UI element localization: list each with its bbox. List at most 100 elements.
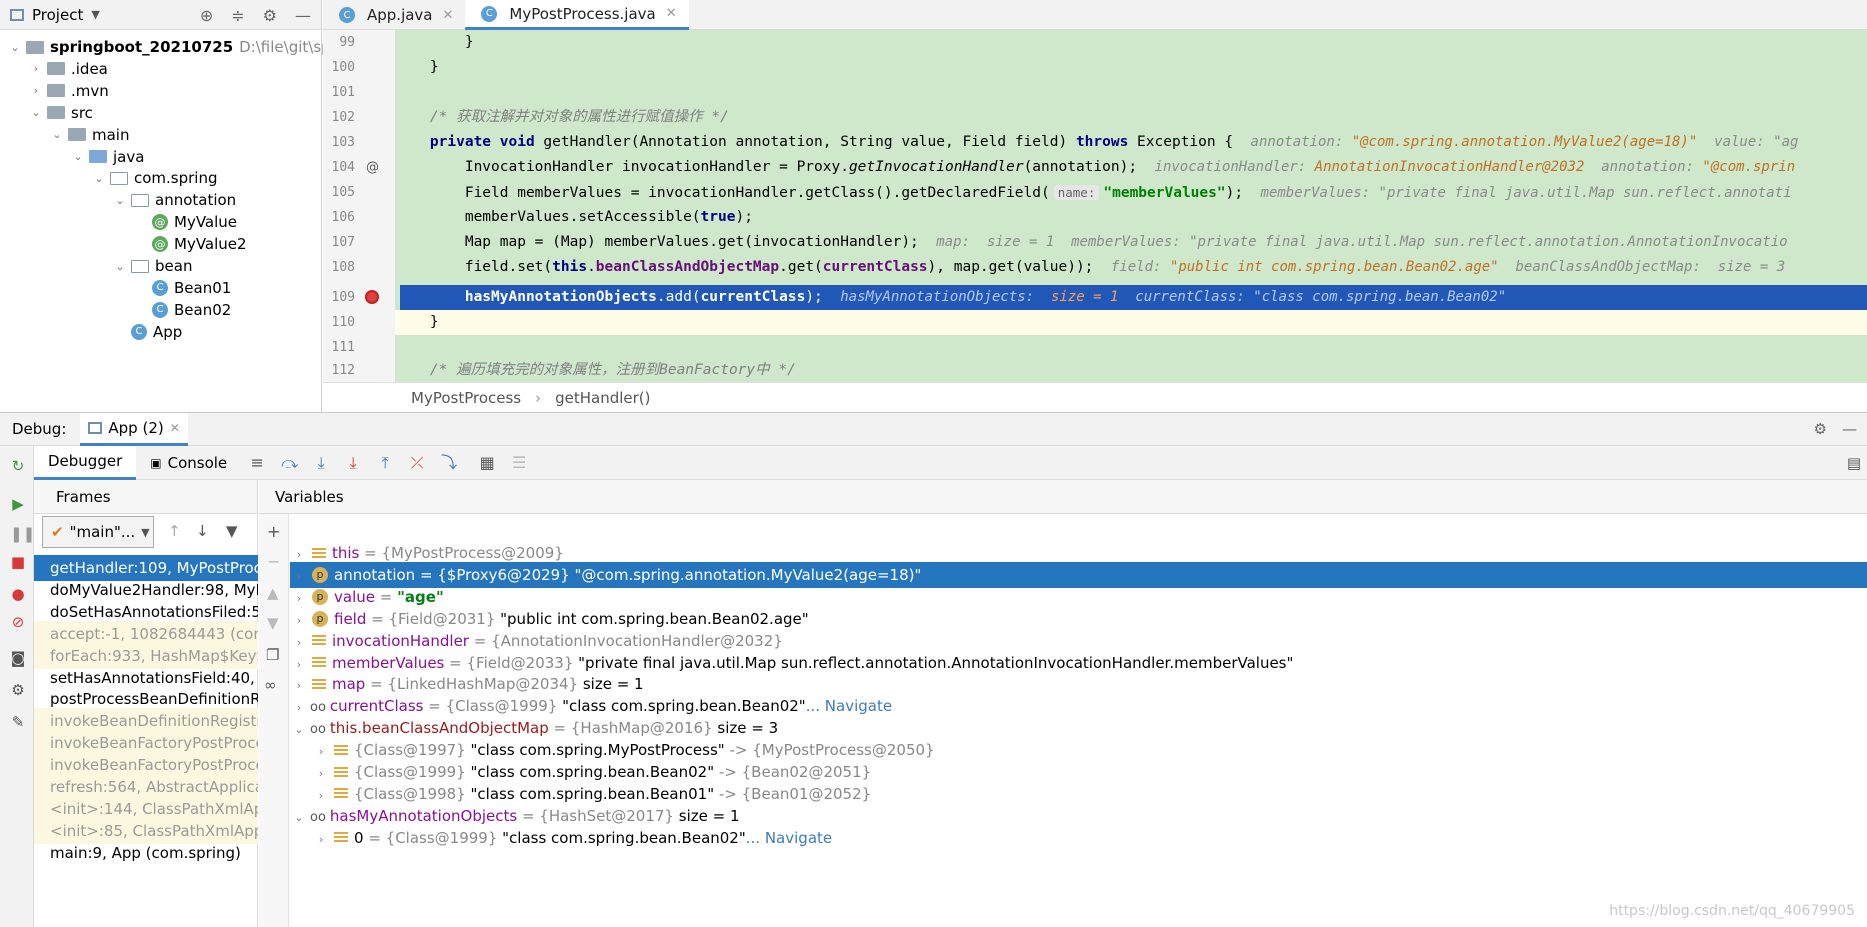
variable-name: this [332, 544, 360, 562]
line-number: 110 [331, 315, 355, 330]
variable-type: = {HashSet@2017} [517, 806, 679, 825]
breadcrumb-class[interactable]: MyPostProcess [411, 389, 521, 407]
run-to-cursor-icon[interactable]: ⤵ [441, 454, 457, 471]
tab-debugger[interactable]: Debugger [34, 445, 137, 480]
breadcrumb-method[interactable]: getHandler() [555, 389, 650, 407]
variable-name: hasMyAnnotationObjects [329, 806, 518, 825]
chevron-down-icon[interactable]: ⌄ [29, 106, 43, 119]
navigate-link[interactable]: ... Navigate [746, 829, 832, 847]
layout-icon[interactable]: ▤ [1847, 454, 1861, 472]
gear-icon[interactable]: ⚙ [263, 6, 277, 25]
chevron-down-icon[interactable]: ⌄ [50, 128, 64, 141]
navigate-link[interactable]: ... Navigate [806, 697, 892, 715]
move-up-icon[interactable]: ▲ [267, 584, 279, 602]
variable-extra: -> {Bean02@2051} [714, 763, 872, 781]
chevron-down-icon[interactable]: ⌄ [92, 172, 106, 185]
chevron-right-icon[interactable]: › [29, 62, 43, 75]
field-icon [334, 744, 348, 757]
resume-icon[interactable]: ▶ [10, 496, 26, 512]
mute-breakpoints-icon[interactable]: ⊘ [10, 614, 26, 630]
tree-item-label: .mvn [71, 81, 109, 100]
tab-mypostprocess-java[interactable]: C MyPostProcess.java ✕ [465, 0, 689, 30]
pause-icon[interactable]: ❚❚ [10, 526, 35, 542]
step-over-icon[interactable]: ⤼ [281, 454, 298, 471]
variable-value: "@com.spring.annotation.MyValue2(age=18)… [574, 565, 922, 584]
view-breakpoints-icon[interactable]: ● [10, 586, 26, 602]
camera-icon[interactable]: ◙ [10, 650, 26, 666]
remove-watch-icon[interactable]: − [267, 552, 280, 571]
stack-frame[interactable]: main:9, App (com.spring) [34, 840, 258, 866]
variable-name: invocationHandler [332, 631, 469, 650]
variable-name: annotation [334, 565, 416, 584]
force-step-into-icon[interactable]: ⤓ [345, 454, 361, 471]
filter-icon[interactable]: ▼ [226, 522, 238, 540]
tab-label: Console [167, 453, 228, 472]
tree-item-label: .idea [71, 59, 108, 78]
dropdown-icon[interactable]: ▼ [91, 8, 99, 21]
tab-app-java[interactable]: C App.java ✕ [323, 0, 465, 30]
variable-name: this.beanClassAndObjectMap [329, 719, 549, 738]
evaluate-icon[interactable]: ▦ [479, 454, 495, 471]
field-icon [312, 657, 326, 669]
debug-session-tab[interactable]: App (2) ✕ [80, 412, 188, 446]
tree-item-label: App [153, 322, 183, 341]
breakpoint-icon[interactable] [365, 290, 379, 304]
variable-type: {Class@1999} [354, 763, 471, 781]
line-number: 99 [339, 35, 355, 50]
pin-icon[interactable]: ✎ [10, 714, 26, 730]
up-arrow-icon[interactable]: ↑ [168, 522, 181, 540]
variable-row[interactable]: › 0 = {Class@1999} "class com.spring.bean… [290, 825, 1867, 851]
frames-title-label: Frames [56, 487, 111, 506]
console-icon: ▣ [150, 455, 162, 470]
watches-icon[interactable]: ∞ [264, 676, 277, 694]
code-line-103: private void getHandler(Annotation annot… [429, 134, 1799, 150]
trace-icon[interactable]: ☰ [511, 454, 527, 471]
project-header: Project ▼ ⊕ ≑ ⚙ — [0, 0, 321, 30]
collapse-icon[interactable]: ≑ [231, 6, 244, 25]
variables-toolbar: + − ▲ ▼ ❐ ∞ [259, 514, 289, 927]
settings-icon[interactable]: ⚙ [10, 682, 26, 698]
variable-value: "class com.spring.bean.Bean02" [562, 697, 806, 716]
chevron-right-icon[interactable]: › [312, 827, 330, 853]
chevron-down-icon[interactable]: ⌄ [113, 194, 127, 207]
variable-name: map [332, 675, 366, 694]
drop-frame-icon[interactable]: ⤫ [409, 454, 425, 471]
gear-icon[interactable]: ⚙ [1814, 420, 1827, 438]
step-out-icon[interactable]: ⤒ [377, 454, 393, 471]
line-number: 112 [331, 363, 355, 378]
close-icon[interactable]: ✕ [666, 6, 677, 21]
rerun-icon[interactable]: ↻ [10, 458, 26, 474]
line-number: 109 [331, 290, 355, 305]
down-arrow-icon[interactable]: ↓ [196, 522, 209, 540]
close-icon[interactable]: ✕ [170, 421, 180, 435]
tree-item-label: java [113, 147, 145, 166]
folder-icon [47, 106, 65, 120]
chevron-right-icon[interactable]: › [29, 84, 43, 97]
chevron-down-icon[interactable]: ⌄ [113, 260, 127, 273]
variable-type: = {MyPostProcess@2009} [359, 544, 564, 562]
project-title[interactable]: Project [32, 6, 83, 24]
chevron-down-icon[interactable]: ⌄ [8, 41, 22, 54]
move-down-icon[interactable]: ▼ [267, 614, 279, 632]
variable-extra: size = 1 [678, 806, 740, 825]
minimize-icon[interactable]: — [295, 6, 311, 25]
tree-item[interactable]: C App [113, 319, 182, 345]
menu-icon[interactable]: ≡ [249, 454, 265, 471]
tab-console[interactable]: ▣ Console [136, 446, 241, 480]
copy-icon[interactable]: ❐ [266, 646, 279, 664]
variable-name: currentClass [329, 697, 424, 716]
thread-selector[interactable]: ✔ "main"... ▼ [42, 516, 154, 548]
chevron-down-icon[interactable]: ⌄ [71, 150, 85, 163]
add-watch-icon[interactable]: + [267, 522, 280, 541]
app-icon [88, 421, 103, 434]
minimize-icon[interactable]: — [1842, 420, 1857, 438]
line-number: 103 [331, 135, 355, 150]
variable-value: "age" [397, 587, 444, 606]
stop-icon[interactable]: ■ [10, 554, 26, 570]
variable-type: {Class@1997} [354, 741, 471, 760]
locate-icon[interactable]: ⊕ [200, 6, 213, 25]
close-icon[interactable]: ✕ [443, 8, 454, 23]
override-icon[interactable]: @ [366, 160, 379, 175]
field-icon [312, 547, 326, 560]
step-into-icon[interactable]: ⤓ [313, 454, 329, 471]
